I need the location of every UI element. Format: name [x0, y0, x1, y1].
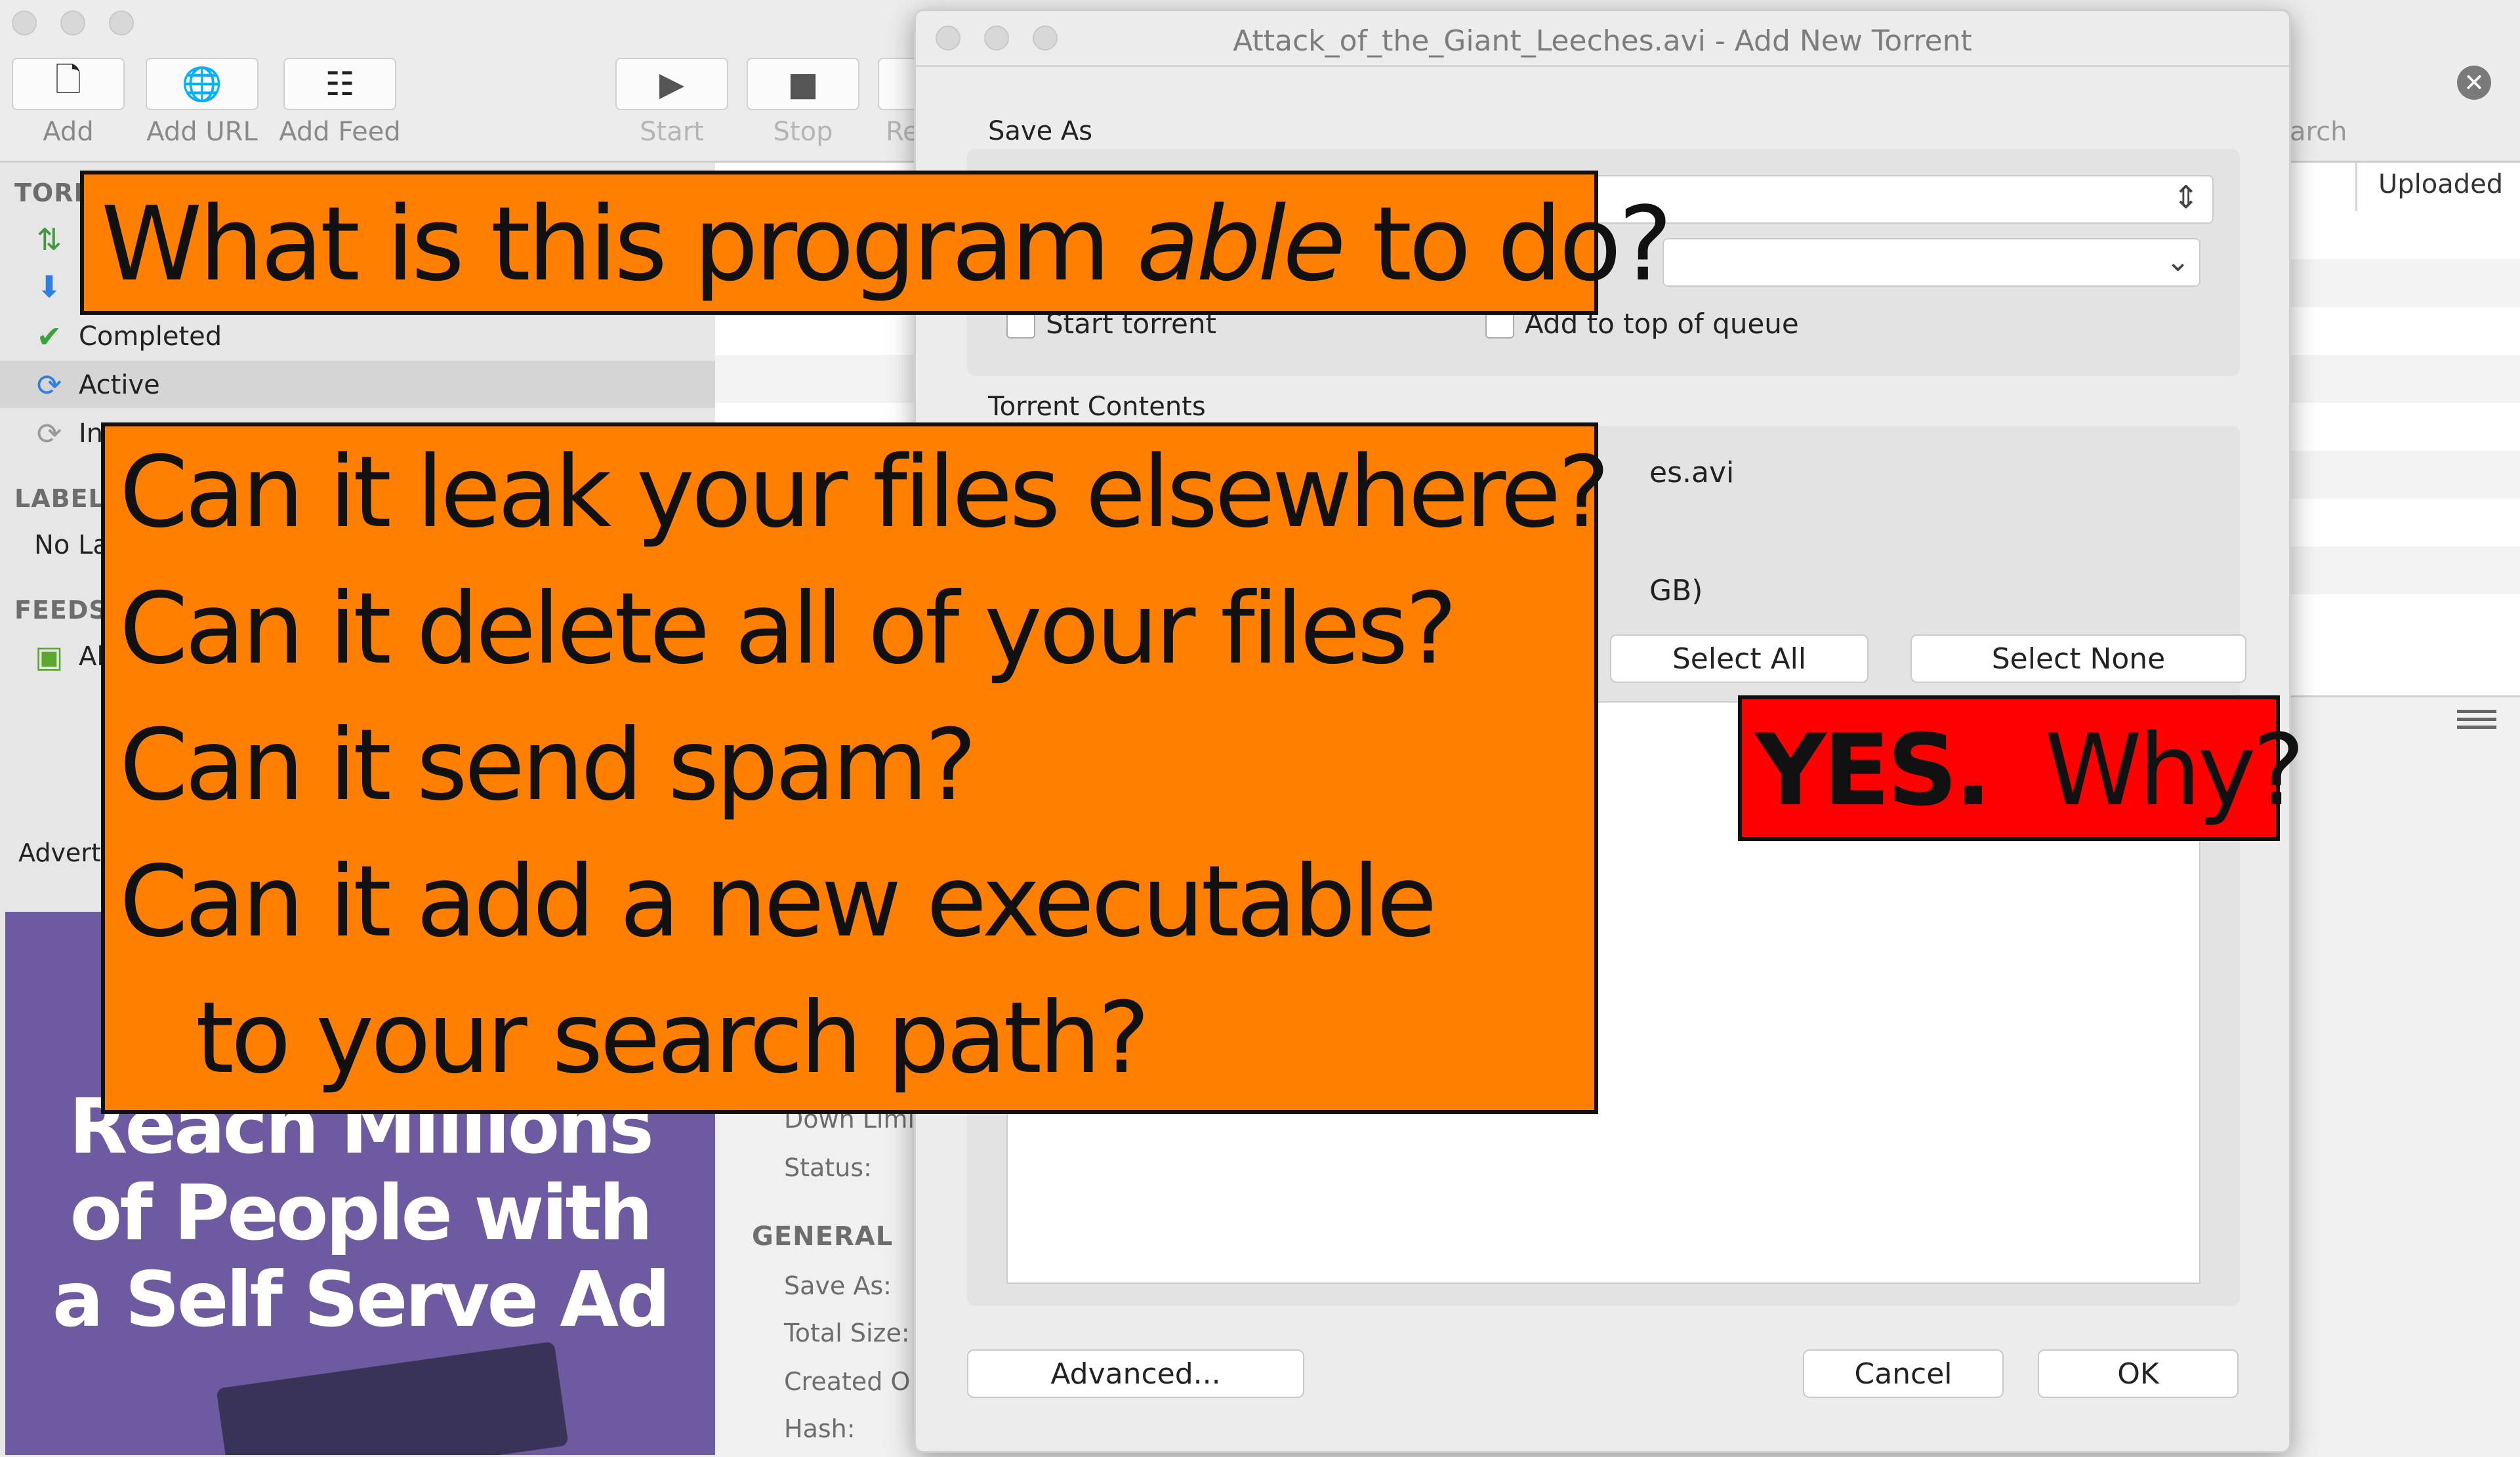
detail-created-on: Created O: [784, 1367, 911, 1396]
detail-general-heading: GENERAL: [752, 1221, 894, 1252]
add-feed-label: Add Feed: [279, 117, 401, 147]
arrows-updown-icon: ⇅: [36, 222, 62, 257]
zoom-window-button[interactable]: [109, 10, 134, 35]
rss-icon: ▣: [35, 639, 64, 674]
detail-save-as: Save As:: [784, 1271, 892, 1300]
overlay-title: What is this program able to do?: [101, 193, 1672, 295]
column-divider: [2355, 163, 2357, 211]
detail-total-size: Total Size:: [784, 1319, 910, 1347]
sidebar-item-active[interactable]: ⟳ Active: [33, 362, 160, 408]
question-2: Can it delete all of your files?: [119, 572, 1457, 686]
torrent-file-name: es.avi: [1649, 456, 1735, 489]
overlay-questions-box: Can it leak your files elsewhere? Can it…: [101, 422, 1610, 1114]
dialog-title-divider: [916, 65, 2289, 67]
start-button[interactable]: ▶: [615, 58, 728, 110]
add-feed-button[interactable]: ☷: [283, 58, 396, 110]
feed-icon: ☷: [325, 65, 355, 103]
stop-label: Stop: [773, 117, 833, 147]
clear-search-icon[interactable]: ✕: [2457, 66, 2491, 100]
save-as-label: Save As: [988, 116, 1093, 146]
menu-lines-icon[interactable]: [2457, 710, 2496, 713]
start-label: Start: [640, 117, 704, 147]
sidebar-item-all[interactable]: ⇅: [33, 216, 79, 262]
stop-icon: ■: [787, 65, 819, 103]
add-file-icon: 🗋: [54, 60, 82, 99]
sidebar-item-completed[interactable]: ✔ Completed: [33, 314, 222, 359]
add-label: Add: [43, 117, 94, 147]
overlay-title-box: What is this program able to do?: [80, 171, 1672, 315]
search-label: arch: [2290, 117, 2347, 147]
sidebar-item-label: In: [79, 419, 104, 449]
detail-status: Status:: [784, 1153, 872, 1182]
advanced-button[interactable]: Advanced...: [967, 1349, 1304, 1398]
overlay-answer: YES. Why?: [1755, 722, 2305, 820]
download-arrow-icon: ⬇: [36, 269, 62, 304]
sidebar-feeds-heading: FEEDS: [14, 596, 108, 625]
uploaded-column-header[interactable]: Uploaded: [2378, 169, 2503, 199]
close-window-button[interactable]: [12, 10, 37, 35]
laptop-image: [216, 1341, 569, 1455]
checkmark-icon: ✔: [36, 319, 62, 354]
torrent-file-size: GB): [1649, 574, 1703, 607]
ad-line-3: a Self Serve Ad: [52, 1256, 671, 1344]
overlay-title-emphasis: able: [1136, 184, 1346, 304]
refresh-icon: ⟳: [36, 367, 62, 403]
sidebar-labels-heading: LABEL: [14, 484, 105, 513]
overlay-title-pre: What is this program: [101, 184, 1137, 304]
sidebar-item-label: Completed: [79, 321, 222, 352]
question-1: Can it leak your files elsewhere?: [119, 436, 1610, 550]
torrent-contents-label: Torrent Contents: [988, 392, 1206, 422]
sidebar-item-label: No La: [34, 530, 109, 560]
chevron-down-icon: ⌄: [2166, 245, 2190, 278]
dialog-title: Attack_of_the_Giant_Leeches.avi - Add Ne…: [1233, 24, 1972, 58]
globe-icon: 🌐: [181, 64, 223, 103]
sidebar-item-label: Al: [79, 642, 104, 672]
sidebar-item-label: Active: [79, 370, 160, 400]
refresh-icon: ⟳: [36, 416, 62, 451]
cancel-button[interactable]: Cancel: [1803, 1349, 2004, 1398]
add-url-label: Add URL: [146, 117, 258, 147]
question-4: Can it add a new executable: [119, 845, 1437, 959]
add-button[interactable]: 🗋: [12, 58, 125, 110]
minimize-window-button[interactable]: [60, 10, 85, 35]
answer-why: Why?: [1989, 714, 2305, 828]
advertisement-label: Advert: [18, 838, 101, 867]
play-icon: ▶: [659, 65, 685, 103]
detail-hash: Hash:: [784, 1414, 856, 1443]
resume-button[interactable]: [878, 58, 917, 110]
add-url-button[interactable]: 🌐: [146, 58, 258, 110]
select-all-button[interactable]: Select All: [1610, 634, 1869, 683]
overlay-answer-box: YES. Why?: [1738, 695, 2305, 841]
answer-yes: YES.: [1755, 714, 1992, 828]
sidebar-item-no-labels[interactable]: No La: [34, 522, 109, 568]
updown-chevron-icon: ⇕: [2172, 179, 2199, 216]
select-none-button[interactable]: Select None: [1911, 634, 2246, 683]
overlay-title-post: to do?: [1342, 184, 1672, 304]
question-5: to your search path?: [196, 981, 1150, 1096]
sidebar-item-feed[interactable]: ▣ Al: [33, 634, 104, 680]
label-select[interactable]: ⌄: [1663, 238, 2200, 287]
stop-button[interactable]: ■: [747, 58, 859, 110]
sidebar-item-downloading[interactable]: ⬇: [33, 264, 79, 310]
sidebar-item-inactive[interactable]: ⟳ In: [33, 411, 103, 457]
question-3: Can it send spam?: [119, 708, 977, 823]
ad-line-2: of People with: [70, 1169, 653, 1258]
ok-button[interactable]: OK: [2038, 1349, 2239, 1398]
